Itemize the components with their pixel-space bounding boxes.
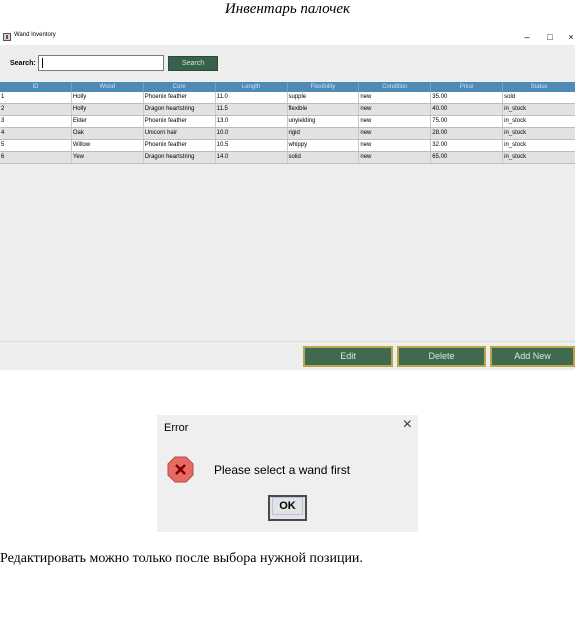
cell-flexibility: flexible (288, 104, 360, 115)
cell-flexibility: supple (288, 92, 360, 103)
ok-button-label: OK (272, 497, 303, 515)
cell-status: in_stock (504, 142, 527, 148)
error-dialog: Error × Please select a wand first OK (157, 415, 418, 532)
cell-condition: new (359, 92, 432, 103)
cell-core: Phoenix feather (144, 140, 216, 151)
column-header-id[interactable]: ID (0, 82, 72, 92)
cell-id: 4 (0, 128, 72, 139)
column-header-flexibility[interactable]: Flexibility (288, 82, 360, 92)
app-icon (3, 33, 11, 41)
dialog-close-icon[interactable]: × (403, 416, 412, 434)
cell-id: 1 (0, 92, 72, 103)
cell-price: 32.00 (431, 140, 504, 151)
cell-length: 14.0 (216, 152, 288, 163)
inventory-table: ID Wood Core Length Flexibility Conditio… (0, 82, 575, 164)
cell-core: Unicorn hair (144, 128, 216, 139)
cell-wood: Willow (72, 140, 144, 151)
window-title: Wand Inventory (14, 32, 56, 38)
text-caret (42, 58, 43, 68)
cell-length: 11.0 (216, 92, 288, 103)
cell-id: 3 (0, 116, 72, 127)
add-new-button[interactable]: Add New (490, 346, 575, 367)
column-header-length[interactable]: Length (216, 82, 288, 92)
search-button[interactable]: Search (168, 56, 218, 71)
column-header-wood[interactable]: Wood (72, 82, 144, 92)
cell-core: Dragon heartstring (144, 104, 216, 115)
dialog-title: Error (164, 422, 189, 434)
cell-price: 75.00 (431, 116, 504, 127)
column-header-condition[interactable]: Condition (359, 82, 432, 92)
cell-length: 10.5 (216, 140, 288, 151)
cell-id: 5 (0, 140, 72, 151)
cell-price: 35.00 (431, 92, 504, 103)
cell-status: in_stock (504, 130, 527, 136)
document-title: Инвентарь палочек (224, 1, 351, 17)
cell-price: 65.00 (431, 152, 504, 163)
cell-core: Phoenix feather (144, 116, 216, 127)
error-icon (167, 456, 194, 483)
minimize-button[interactable]: – (520, 30, 534, 45)
cell-flexibility: solid (288, 152, 360, 163)
cell-status: sold (504, 94, 516, 100)
table-row[interactable]: 1 Holly Phoenix feather 11.0 supple new … (0, 92, 575, 104)
column-header-core[interactable]: Core (144, 82, 216, 92)
cell-status: in_stock (504, 106, 527, 112)
cell-id: 2 (0, 104, 72, 115)
title-bar: Wand Inventory – □ × (0, 30, 575, 45)
cell-length: 13.0 (216, 116, 288, 127)
table-row[interactable]: 6 Yew Dragon heartstring 14.0 solid new … (0, 152, 575, 164)
cell-wood: Yew (72, 152, 144, 163)
cell-length: 10.0 (216, 128, 288, 139)
cell-flexibility: unyielding (288, 116, 360, 127)
cell-condition: new (359, 104, 432, 115)
search-label: Search: (10, 60, 36, 67)
cell-core: Phoenix feather (144, 92, 216, 103)
search-input[interactable] (38, 55, 164, 71)
maximize-button[interactable]: □ (543, 30, 557, 45)
cell-status: in_stock (504, 154, 527, 160)
cell-price: 28.00 (431, 128, 504, 139)
caption: Редактировать можно только после выбора … (0, 551, 363, 566)
cell-status: in_stock (504, 118, 527, 124)
cell-wood: Holly (72, 92, 144, 103)
cell-price: 40.00 (431, 104, 504, 115)
ok-button[interactable]: OK (268, 495, 307, 521)
table-row[interactable]: 5 Willow Phoenix feather 10.5 whippy new… (0, 140, 575, 152)
dialog-message: Please select a wand first (214, 463, 351, 477)
table-row[interactable]: 4 Oak Unicorn hair 10.0 rigid new 28.00 … (0, 128, 575, 140)
cell-condition: new (359, 116, 432, 127)
close-window-button[interactable]: × (564, 30, 575, 45)
column-header-price[interactable]: Price (431, 82, 504, 92)
edit-button[interactable]: Edit (303, 346, 393, 367)
app-window: Wand Inventory – □ × Search: Search ID W… (0, 30, 575, 370)
cell-flexibility: rigid (288, 128, 360, 139)
cell-id: 6 (0, 152, 72, 163)
delete-button[interactable]: Delete (397, 346, 486, 367)
table-header: ID Wood Core Length Flexibility Conditio… (0, 82, 575, 92)
cell-flexibility: whippy (288, 140, 360, 151)
cell-wood: Elder (72, 116, 144, 127)
table-row[interactable]: 3 Elder Phoenix feather 13.0 unyielding … (0, 116, 575, 128)
cell-condition: new (359, 152, 432, 163)
cell-condition: new (359, 140, 432, 151)
cell-length: 11.5 (216, 104, 288, 115)
cell-core: Dragon heartstring (144, 152, 216, 163)
table-row[interactable]: 2 Holly Dragon heartstring 11.5 flexible… (0, 104, 575, 116)
cell-wood: Holly (72, 104, 144, 115)
column-header-status[interactable]: Status (503, 82, 575, 92)
divider (0, 341, 575, 342)
cell-wood: Oak (72, 128, 144, 139)
cell-condition: new (359, 128, 432, 139)
